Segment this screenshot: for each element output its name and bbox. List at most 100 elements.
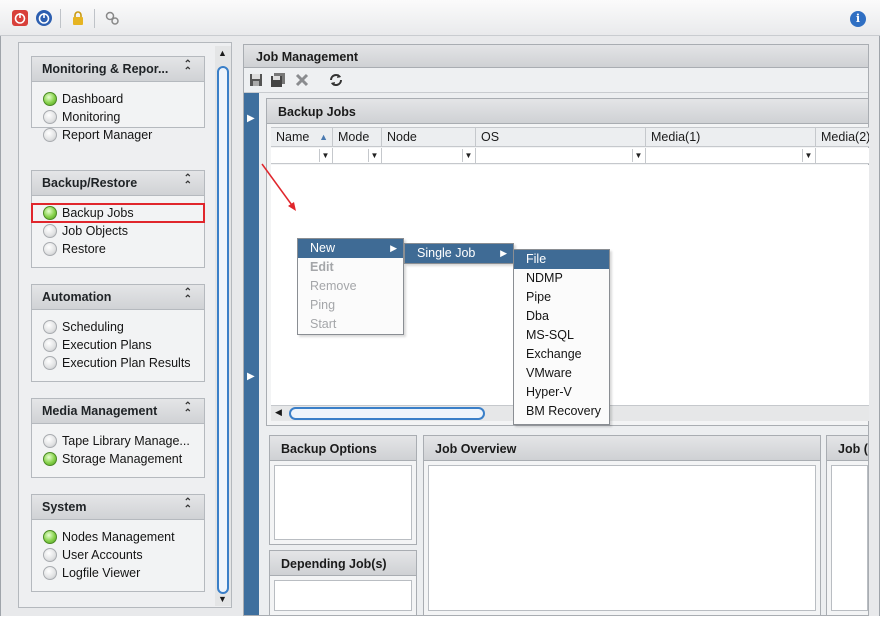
sidebar-item-execution-plan-results[interactable]: Execution Plan Results	[32, 354, 204, 372]
sidebar-item-scheduling[interactable]: Scheduling	[32, 318, 204, 336]
save-all-icon[interactable]	[270, 72, 286, 88]
status-dot-icon	[43, 242, 57, 256]
group-header[interactable]: Backup/Restore ⌃ ⌃	[32, 171, 204, 196]
status-dot-icon	[43, 128, 57, 142]
column-header-media1[interactable]: Media(1)	[646, 128, 816, 147]
collapse-icon[interactable]: ⌃ ⌃	[184, 498, 192, 515]
sidebar-item-user-accounts[interactable]: User Accounts	[32, 546, 204, 564]
sidebar-item-nodes-management[interactable]: Nodes Management	[32, 528, 204, 546]
sidebar-item-backup-jobs[interactable]: Backup Jobs	[31, 203, 205, 223]
collapse-icon[interactable]: ⌃ ⌃	[184, 60, 192, 77]
scroll-left-icon[interactable]: ◀	[275, 407, 282, 418]
group-system: System ⌃ ⌃ Nodes Management User Accounts …	[31, 494, 205, 592]
toolbar-separator	[94, 9, 95, 28]
filter-mode[interactable]: ▼	[333, 148, 382, 163]
menu-item-hyper-v[interactable]: Hyper-V	[514, 383, 609, 402]
save-icon[interactable]	[248, 72, 264, 88]
sidebar-item-monitoring[interactable]: Monitoring	[32, 108, 204, 126]
chevron-down-icon[interactable]: ▼	[802, 149, 814, 162]
group-header[interactable]: Automation ⌃ ⌃	[32, 285, 204, 310]
menu-item-exchange[interactable]: Exchange	[514, 345, 609, 364]
submenu-new: Single Job ▶	[404, 243, 514, 264]
sidebar-item-tape-library-manager[interactable]: Tape Library Manage...	[32, 432, 204, 450]
panel-content	[831, 465, 868, 611]
lock-icon[interactable]	[70, 10, 86, 26]
sidebar-item-execution-plans[interactable]: Execution Plans	[32, 336, 204, 354]
menu-item-bm-recovery[interactable]: BM Recovery	[514, 402, 609, 421]
sidebar-item-label: Scheduling	[62, 320, 124, 334]
filter-media1[interactable]: ▼	[646, 148, 816, 163]
menu-item-label: Start	[310, 317, 337, 331]
menu-item-dba[interactable]: Dba	[514, 307, 609, 326]
collapsed-side-panel[interactable]: ▶ ▶	[244, 93, 259, 615]
sidebar-item-job-objects[interactable]: Job Objects	[32, 222, 204, 240]
sidebar-item-restore[interactable]: Restore	[32, 240, 204, 258]
menu-item-new[interactable]: New ▶	[298, 239, 403, 258]
menu-item-file[interactable]: File	[514, 250, 609, 269]
menu-item-vmware[interactable]: VMware	[514, 364, 609, 383]
group-title: System	[42, 500, 87, 514]
sidebar-item-logfile-viewer[interactable]: Logfile Viewer	[32, 564, 204, 582]
scrollbar-thumb[interactable]	[217, 66, 229, 594]
menu-item-label: Edit	[310, 260, 334, 274]
info-icon[interactable]: i	[850, 11, 866, 27]
column-label: Media(2)	[821, 130, 869, 144]
scrollbar-thumb[interactable]	[289, 407, 485, 420]
sidebar-item-label: Tape Library Manage...	[62, 434, 190, 448]
refresh-icon[interactable]	[328, 72, 344, 88]
power-off-icon[interactable]	[12, 10, 28, 26]
expand-arrow-icon[interactable]: ▶	[247, 113, 255, 124]
sidebar-item-label: Dashboard	[62, 92, 124, 106]
power-icon[interactable]	[36, 10, 52, 26]
job-third-panel: Job (	[826, 435, 869, 616]
menu-item-label: NDMP	[526, 271, 563, 285]
sidebar-item-dashboard[interactable]: Dashboard	[32, 90, 204, 108]
chevron-down-icon[interactable]: ▼	[319, 149, 331, 162]
group-media-management: Media Management ⌃ ⌃ Tape Library Manage..…	[31, 398, 205, 478]
group-header[interactable]: Media Management ⌃ ⌃	[32, 399, 204, 424]
expand-arrow-icon[interactable]: ▶	[247, 371, 255, 382]
scroll-down-icon[interactable]: ▼	[218, 594, 227, 604]
settings-gears-icon[interactable]	[104, 10, 120, 26]
group-header[interactable]: Monitoring & Repor... ⌃ ⌃	[32, 57, 204, 82]
chevron-down-icon[interactable]: ▼	[462, 149, 474, 162]
column-header-media2[interactable]: Media(2)	[816, 128, 869, 147]
menu-item-pipe[interactable]: Pipe	[514, 288, 609, 307]
group-title: Automation	[42, 290, 112, 304]
scroll-up-icon[interactable]: ▲	[218, 48, 227, 58]
collapse-icon[interactable]: ⌃ ⌃	[184, 174, 192, 191]
sidebar-item-label: Restore	[62, 242, 106, 256]
panel-title: Job Overview	[424, 436, 820, 461]
sidebar-scrollbar[interactable]: ▲ ▼	[215, 46, 231, 606]
chevron-down-icon[interactable]: ▼	[368, 149, 380, 162]
menu-item-single-job[interactable]: Single Job ▶	[405, 244, 513, 263]
menu-item-start[interactable]: Start	[298, 315, 403, 334]
menu-item-label: VMware	[526, 366, 572, 380]
menu-item-edit[interactable]: Edit	[298, 258, 403, 277]
status-dot-icon	[43, 452, 57, 466]
chevron-down-icon[interactable]: ▼	[632, 149, 644, 162]
menu-item-ping[interactable]: Ping	[298, 296, 403, 315]
column-header-mode[interactable]: Mode	[333, 128, 382, 147]
group-monitoring: Monitoring & Repor... ⌃ ⌃ Dashboard Monito…	[31, 56, 205, 142]
menu-item-label: Hyper-V	[526, 385, 572, 399]
menu-item-ndmp[interactable]: NDMP	[514, 269, 609, 288]
filter-node[interactable]: ▼	[382, 148, 476, 163]
sidebar-item-report-manager[interactable]: Report Manager	[32, 126, 204, 144]
panel-content	[274, 465, 412, 540]
group-header[interactable]: System ⌃ ⌃	[32, 495, 204, 520]
delete-icon[interactable]	[294, 72, 310, 88]
filter-os[interactable]: ▼	[476, 148, 646, 163]
menu-item-label: Single Job	[417, 246, 476, 260]
collapse-icon[interactable]: ⌃ ⌃	[184, 402, 192, 419]
column-header-name[interactable]: Name ▲	[271, 128, 333, 147]
panel-title: Depending Job(s)	[270, 551, 416, 576]
filter-media2[interactable]	[816, 148, 869, 163]
collapse-icon[interactable]: ⌃ ⌃	[184, 288, 192, 305]
column-header-node[interactable]: Node	[382, 128, 476, 147]
menu-item-ms-sql[interactable]: MS-SQL	[514, 326, 609, 345]
menu-item-remove[interactable]: Remove	[298, 277, 403, 296]
sidebar-item-storage-management[interactable]: Storage Management	[32, 450, 204, 468]
column-header-os[interactable]: OS	[476, 128, 646, 147]
navigation-sidebar: Monitoring & Repor... ⌃ ⌃ Dashboard Monito…	[18, 42, 232, 608]
